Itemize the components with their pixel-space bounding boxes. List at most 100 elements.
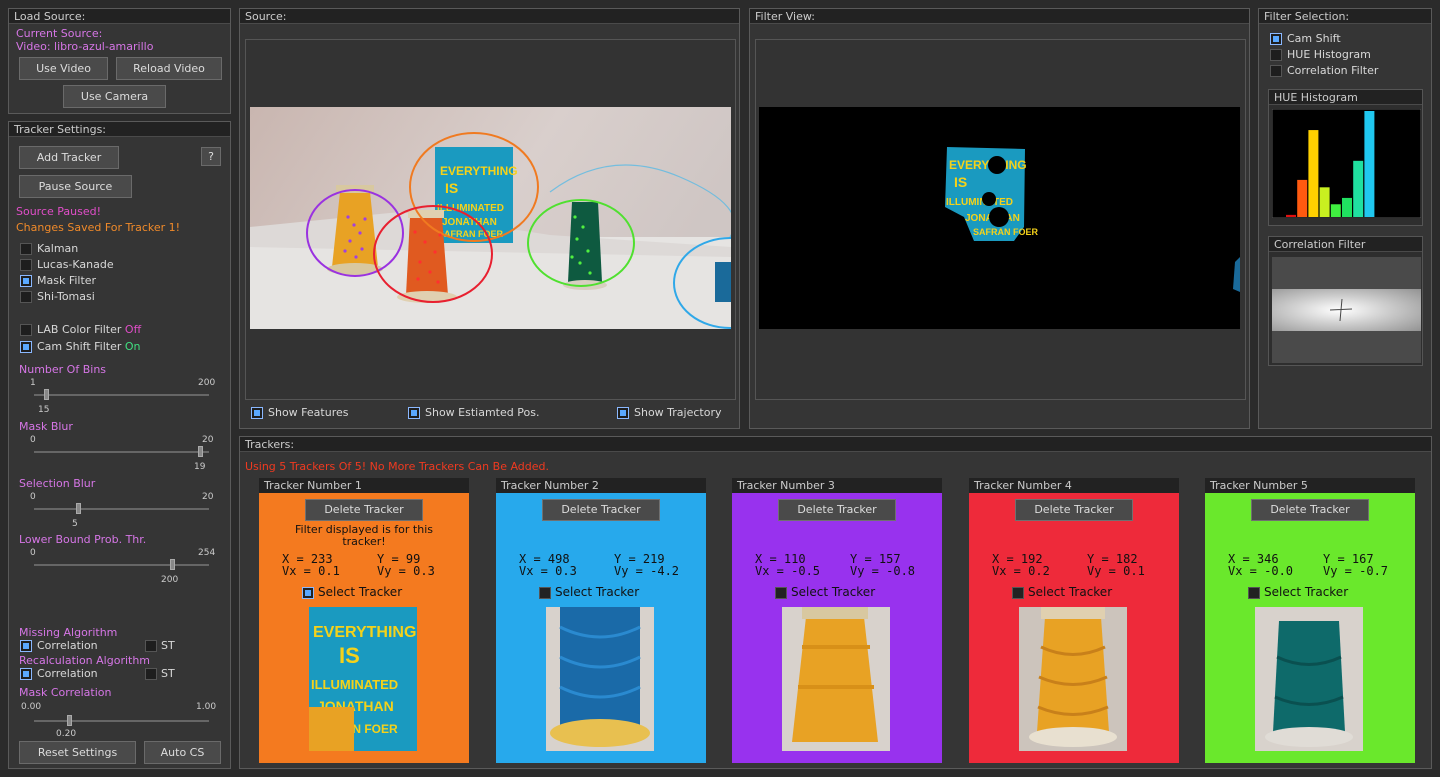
mask-blur-slider-handle[interactable] bbox=[198, 446, 204, 457]
cam-shift-filter-state: On bbox=[124, 340, 141, 353]
pause-source-button[interactable]: Pause Source bbox=[19, 175, 132, 198]
delete-tracker-3-button[interactable]: Delete Tracker bbox=[778, 499, 896, 521]
auto-cs-button[interactable]: Auto CS bbox=[144, 741, 221, 764]
filter-book-line-5: SAFRAN FOER bbox=[973, 227, 1039, 237]
correlation-filter-option-checkbox[interactable] bbox=[1270, 65, 1282, 77]
add-tracker-button[interactable]: Add Tracker bbox=[19, 146, 119, 169]
filter-view-title: Filter View: bbox=[750, 9, 1249, 24]
source-video[interactable]: EVERYTHING IS ILLUMINATED JONATHAN SAFRA… bbox=[250, 107, 731, 329]
recalc-correlation-checkbox[interactable] bbox=[20, 668, 32, 680]
tracker-body-3: Delete Tracker X = 110 Y = 157 Vx = -0.5 Vy … bbox=[732, 493, 942, 763]
book-line-3: ILLUMINATED bbox=[437, 203, 504, 214]
tracker-2-vy: Vy = -4.2 bbox=[614, 564, 680, 578]
select-tracker-2-checkbox[interactable] bbox=[539, 587, 551, 599]
source-title: Source: bbox=[240, 9, 739, 24]
select-tracker-5-checkbox[interactable] bbox=[1248, 587, 1260, 599]
red-spool bbox=[406, 217, 448, 295]
mask-blur-value: 19 bbox=[194, 462, 206, 472]
select-tracker-1-checkbox[interactable] bbox=[302, 587, 314, 599]
missing-st-checkbox[interactable] bbox=[145, 640, 157, 652]
reset-settings-button[interactable]: Reset Settings bbox=[19, 741, 136, 764]
tracker-card-1: Tracker Number 1 Delete Tracker Filter dis… bbox=[259, 478, 469, 763]
show-features-checkbox[interactable] bbox=[251, 407, 263, 419]
mask-correlation-slider-track[interactable] bbox=[34, 720, 209, 722]
show-estimated-label: Show Estiamted Pos. bbox=[425, 406, 540, 419]
filter-selection-panel: Filter Selection: Cam Shift HUE Histogra… bbox=[1258, 8, 1432, 429]
shi-tomasi-checkbox[interactable] bbox=[20, 291, 32, 303]
select-tracker-1-label: Select Tracker bbox=[318, 585, 403, 599]
lab-filter-text: LAB Color Filter bbox=[37, 323, 122, 336]
thumb-book-line-3: ILLUMINATED bbox=[311, 677, 398, 692]
tracker-body-5: Delete Tracker X = 346 Y = 167 Vx = -0.0 Vy … bbox=[1205, 493, 1415, 763]
selection-blur-slider-handle[interactable] bbox=[75, 503, 81, 514]
hue-histogram-box: HUE Histogram bbox=[1268, 89, 1423, 226]
tracker-3-vx: Vx = -0.5 bbox=[755, 564, 821, 578]
correlation-filter-box: Correlation Filter bbox=[1268, 236, 1423, 366]
hue-histogram-option-checkbox[interactable] bbox=[1270, 49, 1282, 61]
selection-blur-slider-track[interactable] bbox=[34, 508, 209, 510]
missing-correlation-checkbox[interactable] bbox=[20, 640, 32, 652]
lower-bound-slider-track[interactable] bbox=[34, 564, 209, 566]
recalc-st-checkbox[interactable] bbox=[145, 668, 157, 680]
hue-histogram-title: HUE Histogram bbox=[1269, 90, 1422, 105]
tracker-1-thumbnail: EVERYTHING IS ILLUMINATED JONATHAN SAFRAN FO… bbox=[309, 607, 417, 751]
thumb-book-line-1: EVERYTHING bbox=[313, 624, 416, 641]
tracker-3-thumbnail bbox=[782, 607, 890, 751]
missing-st-label: ST bbox=[161, 639, 175, 652]
delete-tracker-5-button[interactable]: Delete Tracker bbox=[1251, 499, 1369, 521]
show-features-label: Show Features bbox=[268, 406, 349, 419]
mask-correlation-min: 0.00 bbox=[21, 702, 42, 712]
lab-filter-checkbox[interactable] bbox=[20, 324, 32, 336]
lower-bound-label: Lower Bound Prob. Thr. bbox=[19, 533, 147, 546]
bins-label: Number Of Bins bbox=[19, 363, 107, 376]
tracker-3-vy: Vy = -0.8 bbox=[850, 564, 916, 578]
bins-min: 1 bbox=[30, 378, 36, 388]
cam-shift-option-checkbox[interactable] bbox=[1270, 33, 1282, 45]
hue-histogram-chart bbox=[1272, 109, 1421, 218]
thumb-book-line-2: IS bbox=[339, 643, 360, 668]
hue-bar bbox=[1330, 204, 1341, 217]
delete-tracker-4-button[interactable]: Delete Tracker bbox=[1015, 499, 1133, 521]
status-paused: Source Paused! bbox=[16, 205, 102, 218]
shi-tomasi-label: Shi-Tomasi bbox=[37, 290, 95, 303]
lucas-kanade-checkbox[interactable] bbox=[20, 259, 32, 271]
cam-shift-filter-checkbox[interactable] bbox=[20, 341, 32, 353]
tracker-card-2: Tracker Number 2 Delete Tracker X = 498 Y =… bbox=[496, 478, 706, 763]
delete-tracker-2-button[interactable]: Delete Tracker bbox=[542, 499, 660, 521]
reload-video-button[interactable]: Reload Video bbox=[116, 57, 222, 80]
hue-bar bbox=[1364, 111, 1375, 217]
filter-view-image: EVERYTHING IS ILLUMINATED JONATHAN SAFRA… bbox=[759, 107, 1240, 329]
show-trajectory-label: Show Trajectory bbox=[634, 406, 722, 419]
lower-bound-value: 200 bbox=[161, 575, 179, 585]
bins-max: 200 bbox=[198, 378, 216, 388]
bins-slider-handle[interactable] bbox=[44, 389, 50, 400]
bins-slider-track[interactable] bbox=[34, 394, 209, 396]
tracker-5-vx: Vx = -0.0 bbox=[1228, 564, 1294, 578]
recalc-algorithm-label: Recalculation Algorithm bbox=[19, 654, 151, 667]
help-button[interactable]: ? bbox=[201, 147, 221, 166]
mask-filter-checkbox[interactable] bbox=[20, 275, 32, 287]
tracker-settings-title: Tracker Settings: bbox=[9, 122, 230, 137]
mask-blur-label: Mask Blur bbox=[19, 420, 73, 433]
hue-bar bbox=[1308, 130, 1319, 217]
mask-correlation-slider-handle[interactable] bbox=[67, 715, 72, 726]
select-tracker-4-checkbox[interactable] bbox=[1012, 587, 1024, 599]
tracker-title-2: Tracker Number 2 bbox=[496, 478, 706, 493]
mask-blur-slider-track[interactable] bbox=[34, 451, 209, 453]
lower-bound-slider-handle[interactable] bbox=[170, 559, 176, 570]
select-tracker-3-checkbox[interactable] bbox=[775, 587, 787, 599]
select-tracker-4-label: Select Tracker bbox=[1028, 585, 1113, 599]
use-video-button[interactable]: Use Video bbox=[19, 57, 108, 80]
mask-correlation-value: 0.20 bbox=[56, 729, 77, 739]
show-trajectory-checkbox[interactable] bbox=[617, 407, 629, 419]
recalc-st-label: ST bbox=[161, 667, 175, 680]
tracker-5-thumbnail bbox=[1255, 607, 1363, 751]
mask-correlation-label: Mask Correlation bbox=[19, 686, 112, 699]
missing-algorithm-label: Missing Algorithm bbox=[19, 626, 118, 639]
kalman-checkbox[interactable] bbox=[20, 243, 32, 255]
hue-histogram-option-label: HUE Histogram bbox=[1287, 48, 1371, 61]
delete-tracker-1-button[interactable]: Delete Tracker bbox=[305, 499, 423, 521]
show-estimated-checkbox[interactable] bbox=[408, 407, 420, 419]
use-camera-button[interactable]: Use Camera bbox=[63, 85, 166, 108]
filter-selection-title: Filter Selection: bbox=[1259, 9, 1431, 24]
